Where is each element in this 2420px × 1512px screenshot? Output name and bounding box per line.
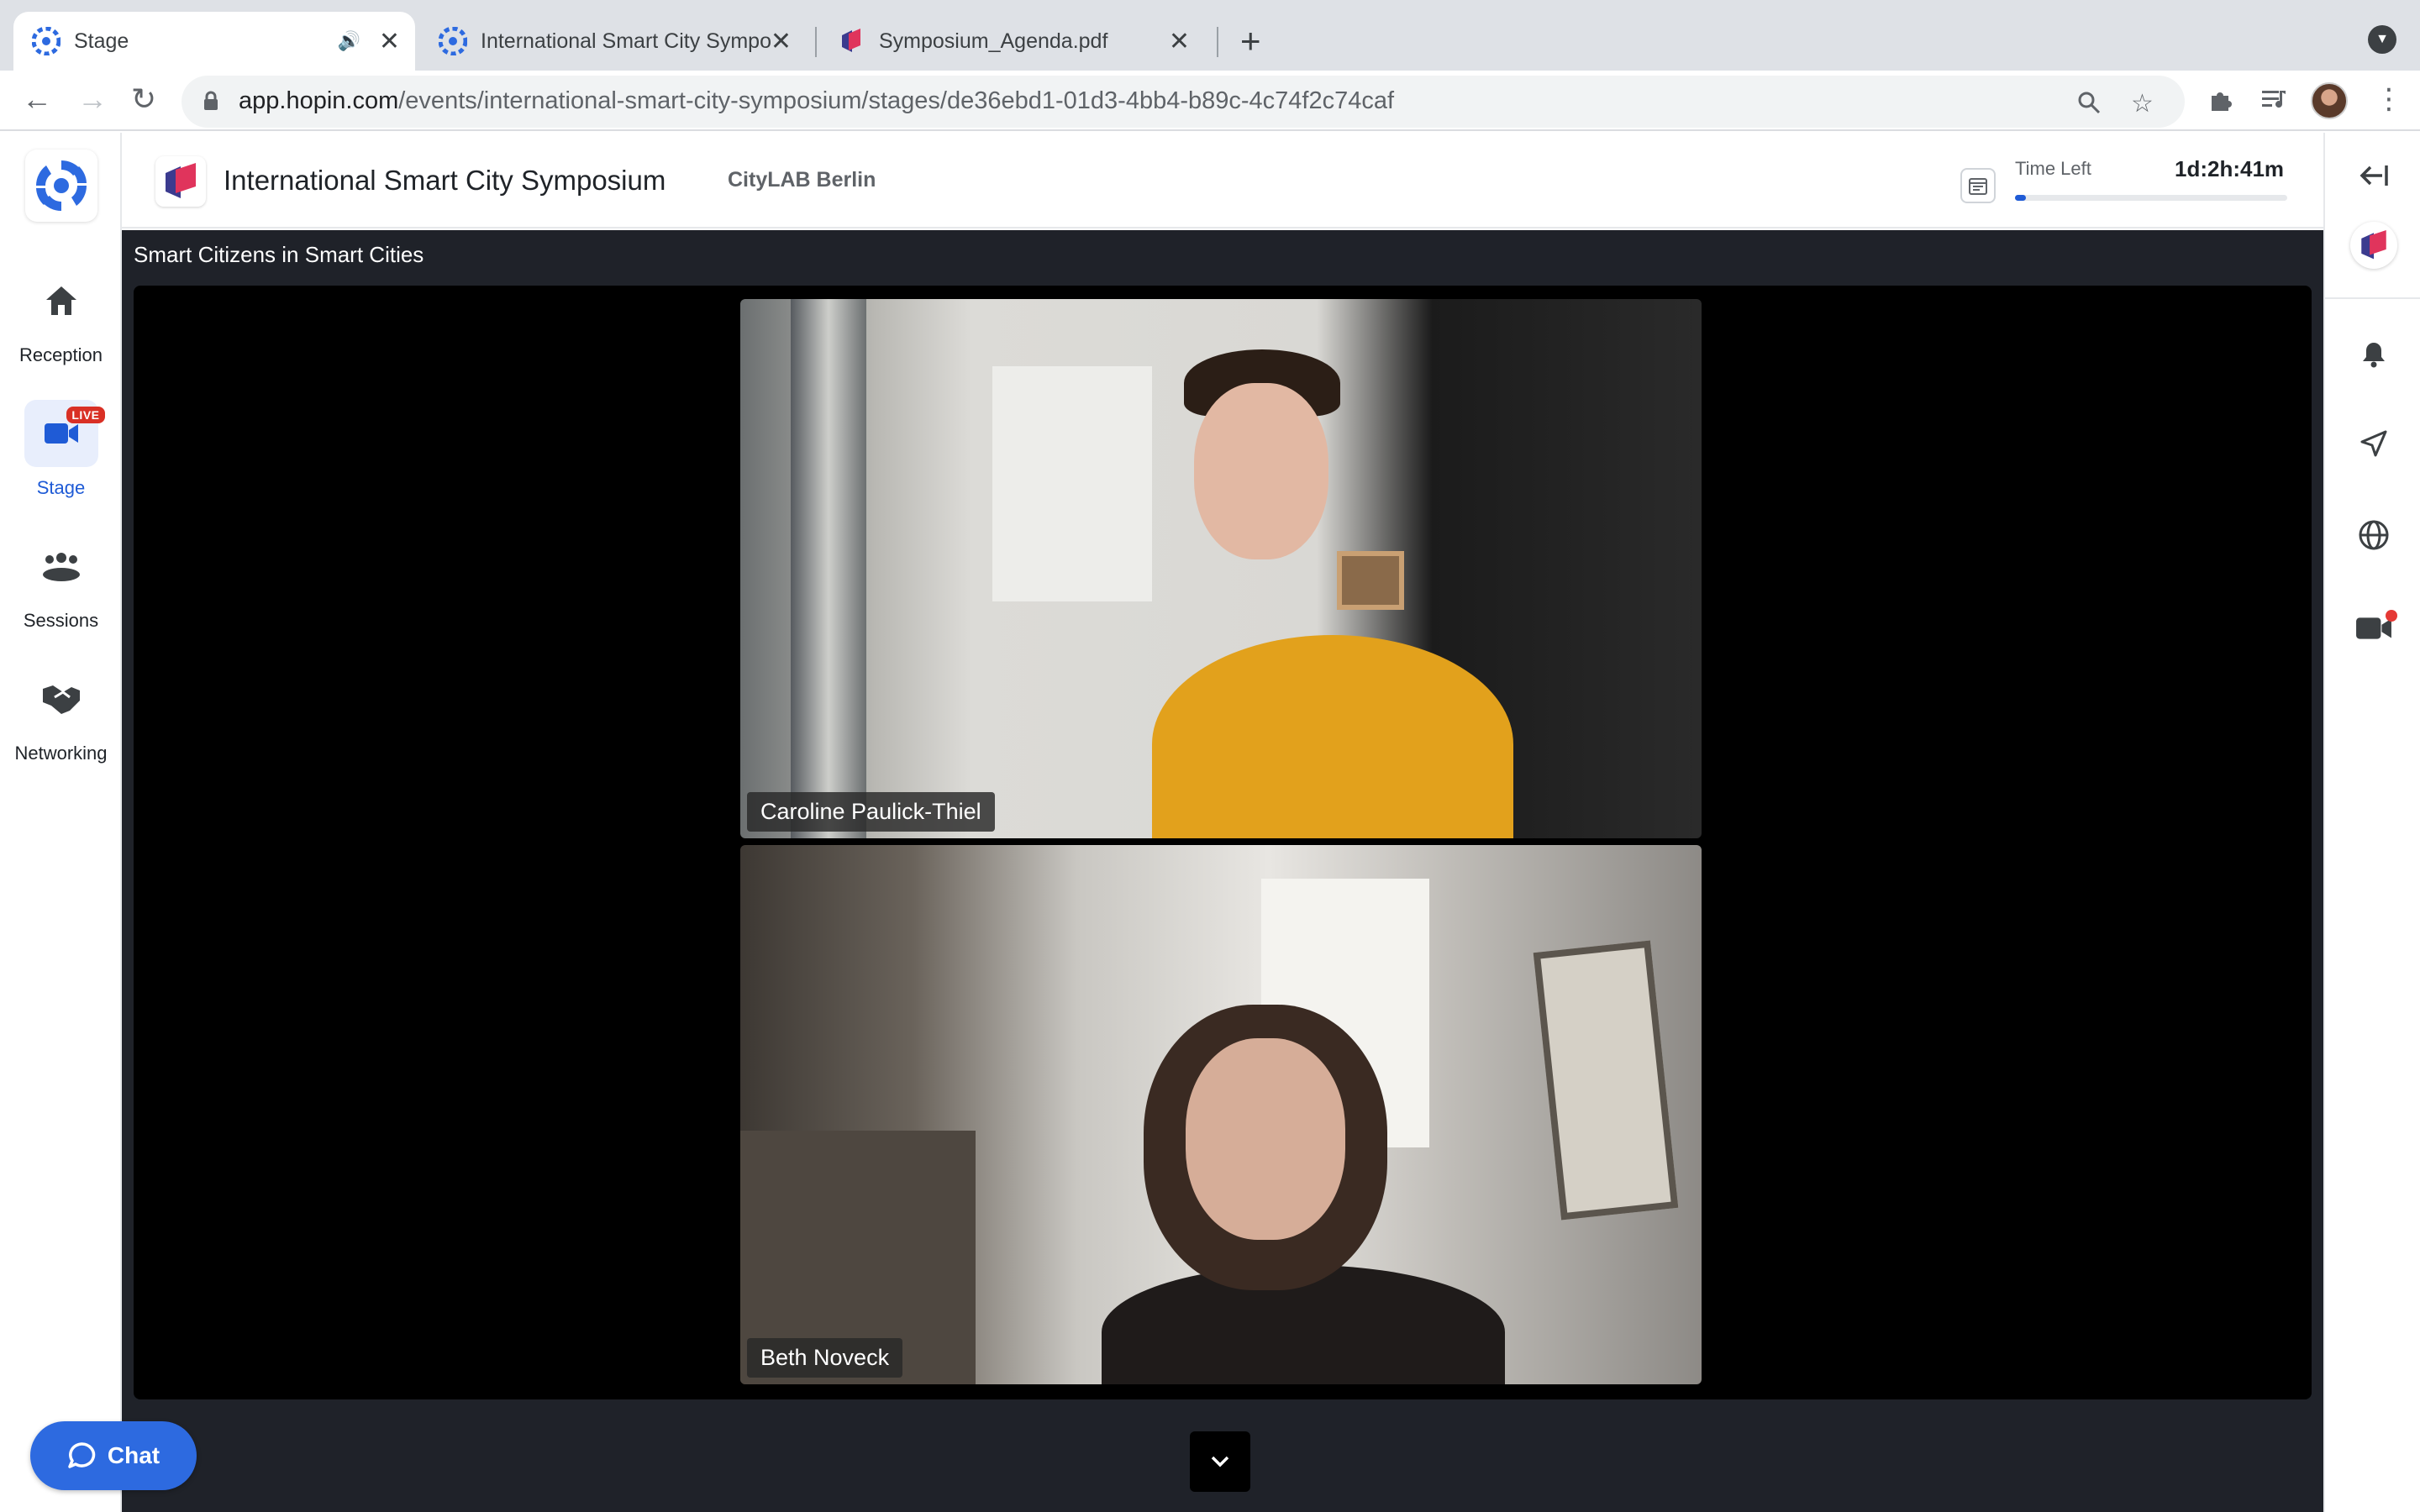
speaker-video[interactable]: Caroline Paulick-Thiel	[740, 299, 1702, 838]
send-message-icon[interactable]	[2325, 430, 2420, 457]
right-rail	[2323, 133, 2420, 1512]
url-host: app.hopin.com	[239, 87, 399, 114]
event-title: International Smart City Symposium	[224, 165, 666, 196]
profile-avatar[interactable]	[2311, 82, 2348, 119]
nav-item-label: Reception	[18, 344, 103, 365]
nav-item-label: Sessions	[23, 610, 99, 631]
speaker-icon[interactable]: 🔊	[337, 30, 360, 52]
chat-button[interactable]: Chat	[30, 1421, 197, 1490]
tab-close-icon[interactable]: ✕	[1169, 27, 1190, 56]
wall-frame	[1533, 940, 1679, 1221]
back-arrow-icon[interactable]: ←	[22, 82, 52, 116]
session-title: Smart Citizens in Smart Cities	[134, 242, 424, 267]
window-curtain	[791, 299, 866, 838]
hopin-logo-icon	[36, 160, 87, 211]
browser-tab-event[interactable]: International Smart City Symposium ✕	[420, 12, 807, 71]
home-icon	[24, 267, 98, 334]
zoom-icon[interactable]	[2077, 91, 2101, 114]
hopin-logo[interactable]	[25, 150, 97, 222]
browser-toolbar: ← → ↻ app.hopin.com/events/international…	[0, 71, 2420, 131]
browser-menu-icon[interactable]: ⋮	[2375, 82, 2403, 116]
bell-icon[interactable]	[2325, 341, 2420, 368]
time-progress-fill	[2015, 195, 2026, 201]
tab-close-icon[interactable]: ✕	[379, 27, 400, 56]
event-header: International Smart City Symposium CityL…	[122, 133, 2323, 228]
nav-item-label: Stage	[36, 477, 86, 498]
nav-item-label: Networking	[14, 743, 108, 764]
video-camera-icon[interactable]	[2325, 610, 2420, 643]
rail-divider	[2325, 297, 2420, 299]
tab-title: Stage	[74, 29, 129, 53]
live-badge: LIVE	[66, 407, 105, 423]
globe-icon[interactable]	[2325, 519, 2420, 551]
speaker-name-tag: Caroline Paulick-Thiel	[747, 792, 995, 832]
reload-icon[interactable]: ↻	[131, 82, 156, 116]
address-bar[interactable]: app.hopin.com/events/international-smart…	[182, 76, 2185, 128]
speaker-face	[1186, 1038, 1345, 1240]
calendar-icon[interactable]	[1960, 168, 1996, 203]
video-player[interactable]: Caroline Paulick-Thiel Beth Noveck	[134, 286, 2312, 1399]
speaker-body	[1152, 635, 1513, 838]
left-sidebar: Reception LIVE Stage Sessions Networking	[0, 133, 122, 1512]
forward-arrow-icon[interactable]: →	[77, 82, 108, 116]
media-queue-icon[interactable]	[2260, 87, 2289, 113]
event-logo-favicon-icon	[842, 29, 860, 52]
chat-label: Chat	[107, 1442, 160, 1468]
time-progress-bar	[2015, 195, 2287, 201]
collapse-panel-icon[interactable]	[2325, 163, 2420, 188]
browser-tab-stage[interactable]: Stage 🔊 ✕	[13, 12, 415, 71]
browser-tab-strip: Stage 🔊 ✕ International Smart City Sympo…	[0, 0, 2420, 71]
tab-search-button[interactable]: ▼	[2368, 25, 2396, 54]
chat-bubble-icon	[68, 1442, 96, 1468]
url-text: app.hopin.com/events/international-smart…	[239, 87, 1394, 115]
extensions-puzzle-icon[interactable]	[2208, 87, 2233, 113]
video-camera-icon: LIVE	[24, 400, 105, 467]
nav-item-sessions[interactable]: Sessions	[0, 533, 122, 632]
event-logo-icon	[2349, 222, 2397, 269]
new-tab-button[interactable]: +	[1240, 20, 1261, 62]
wall-canvas	[992, 366, 1152, 601]
stage-area: Smart Citizens in Smart Cities Caroline …	[122, 230, 2323, 1512]
tab-separator	[815, 27, 817, 57]
nav-item-stage[interactable]: LIVE Stage	[0, 400, 122, 499]
speaker-name-tag: Beth Noveck	[747, 1338, 903, 1378]
nav-item-reception[interactable]: Reception	[0, 267, 122, 366]
lock-icon	[204, 91, 218, 110]
nav-item-networking[interactable]: Networking	[0, 665, 122, 764]
hopin-favicon-icon	[439, 27, 467, 55]
speaker-video[interactable]: Beth Noveck	[740, 845, 1702, 1384]
time-left-label: Time Left	[2015, 158, 2091, 179]
chevron-down-icon	[1211, 1456, 1229, 1467]
tab-title: International Smart City Symposium	[481, 29, 771, 53]
event-logo[interactable]	[155, 156, 206, 207]
event-logo-icon	[166, 163, 196, 198]
handshake-icon	[24, 665, 98, 732]
event-profile-button[interactable]	[2325, 222, 2420, 269]
tab-separator	[1217, 27, 1218, 57]
tab-title: Symposium_Agenda.pdf	[879, 29, 1108, 53]
people-group-icon	[24, 533, 98, 600]
wall-frame	[1337, 551, 1404, 610]
hopin-favicon-icon	[32, 27, 60, 55]
collapse-stage-button[interactable]	[1190, 1431, 1250, 1492]
speaker-face	[1194, 383, 1328, 559]
tab-close-icon[interactable]: ✕	[771, 27, 792, 56]
event-organizer[interactable]: CityLAB Berlin	[728, 168, 876, 192]
url-path: /events/international-smart-city-symposi…	[398, 87, 1395, 114]
browser-tab-pdf[interactable]: Symposium_Agenda.pdf ✕	[818, 12, 1205, 71]
time-left-value: 1d:2h:41m	[2175, 156, 2285, 181]
bookmark-star-icon[interactable]: ☆	[2131, 89, 2154, 118]
notification-dot	[2385, 610, 2397, 622]
